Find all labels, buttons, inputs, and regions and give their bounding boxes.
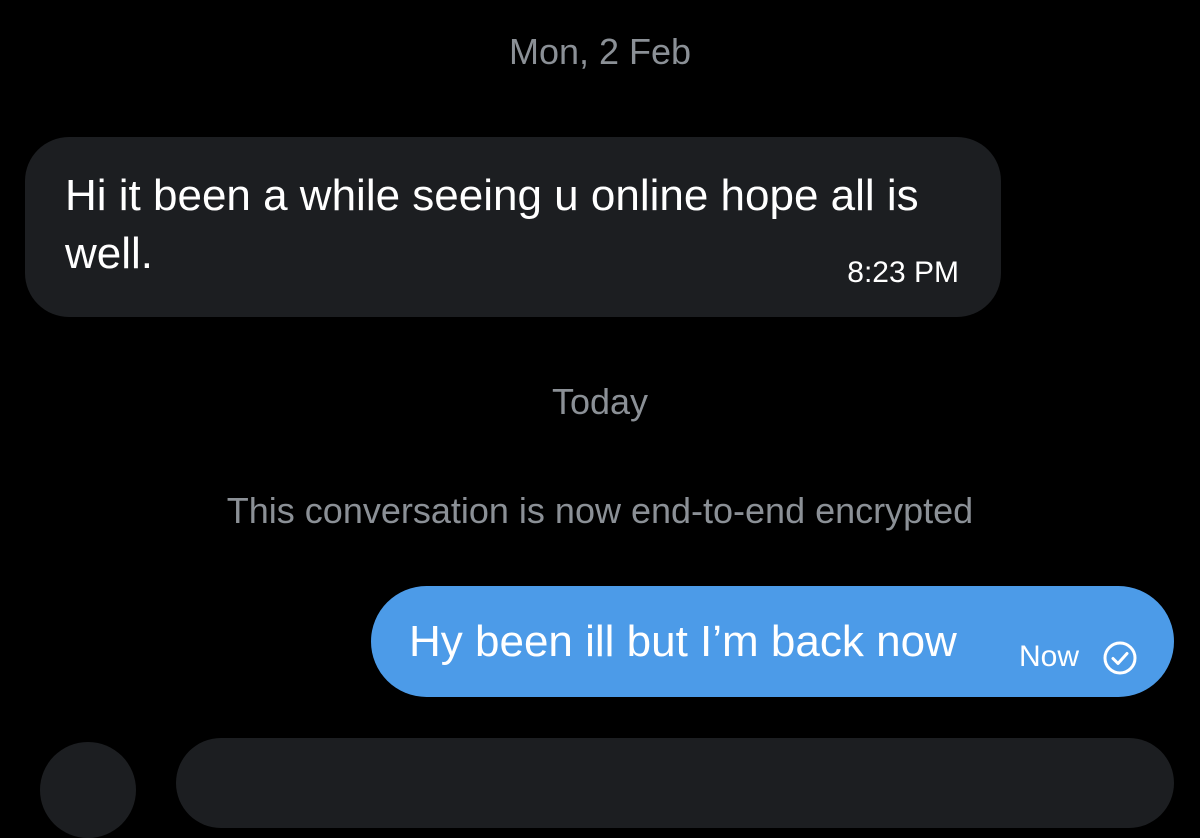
incoming-message-bubble[interactable]: Hi it been a while seeing u online hope …: [25, 137, 1001, 317]
message-composer-input[interactable]: [176, 738, 1174, 828]
encryption-notice: This conversation is now end-to-end encr…: [226, 490, 974, 531]
date-separator: Mon, 2 Feb: [508, 31, 692, 72]
message-text: Hi it been a while seeing u online hope …: [65, 171, 919, 278]
attachment-button[interactable]: [40, 742, 136, 838]
message-timestamp: 8:23 PM: [847, 256, 959, 289]
sent-check-icon: [1103, 641, 1137, 675]
message-text: Hy been ill but I’m back now: [409, 617, 957, 666]
date-separator-today: Today: [551, 381, 649, 422]
outgoing-message-bubble[interactable]: Hy been ill but I’m back now Now: [371, 586, 1174, 697]
message-timestamp: Now: [1019, 640, 1080, 673]
